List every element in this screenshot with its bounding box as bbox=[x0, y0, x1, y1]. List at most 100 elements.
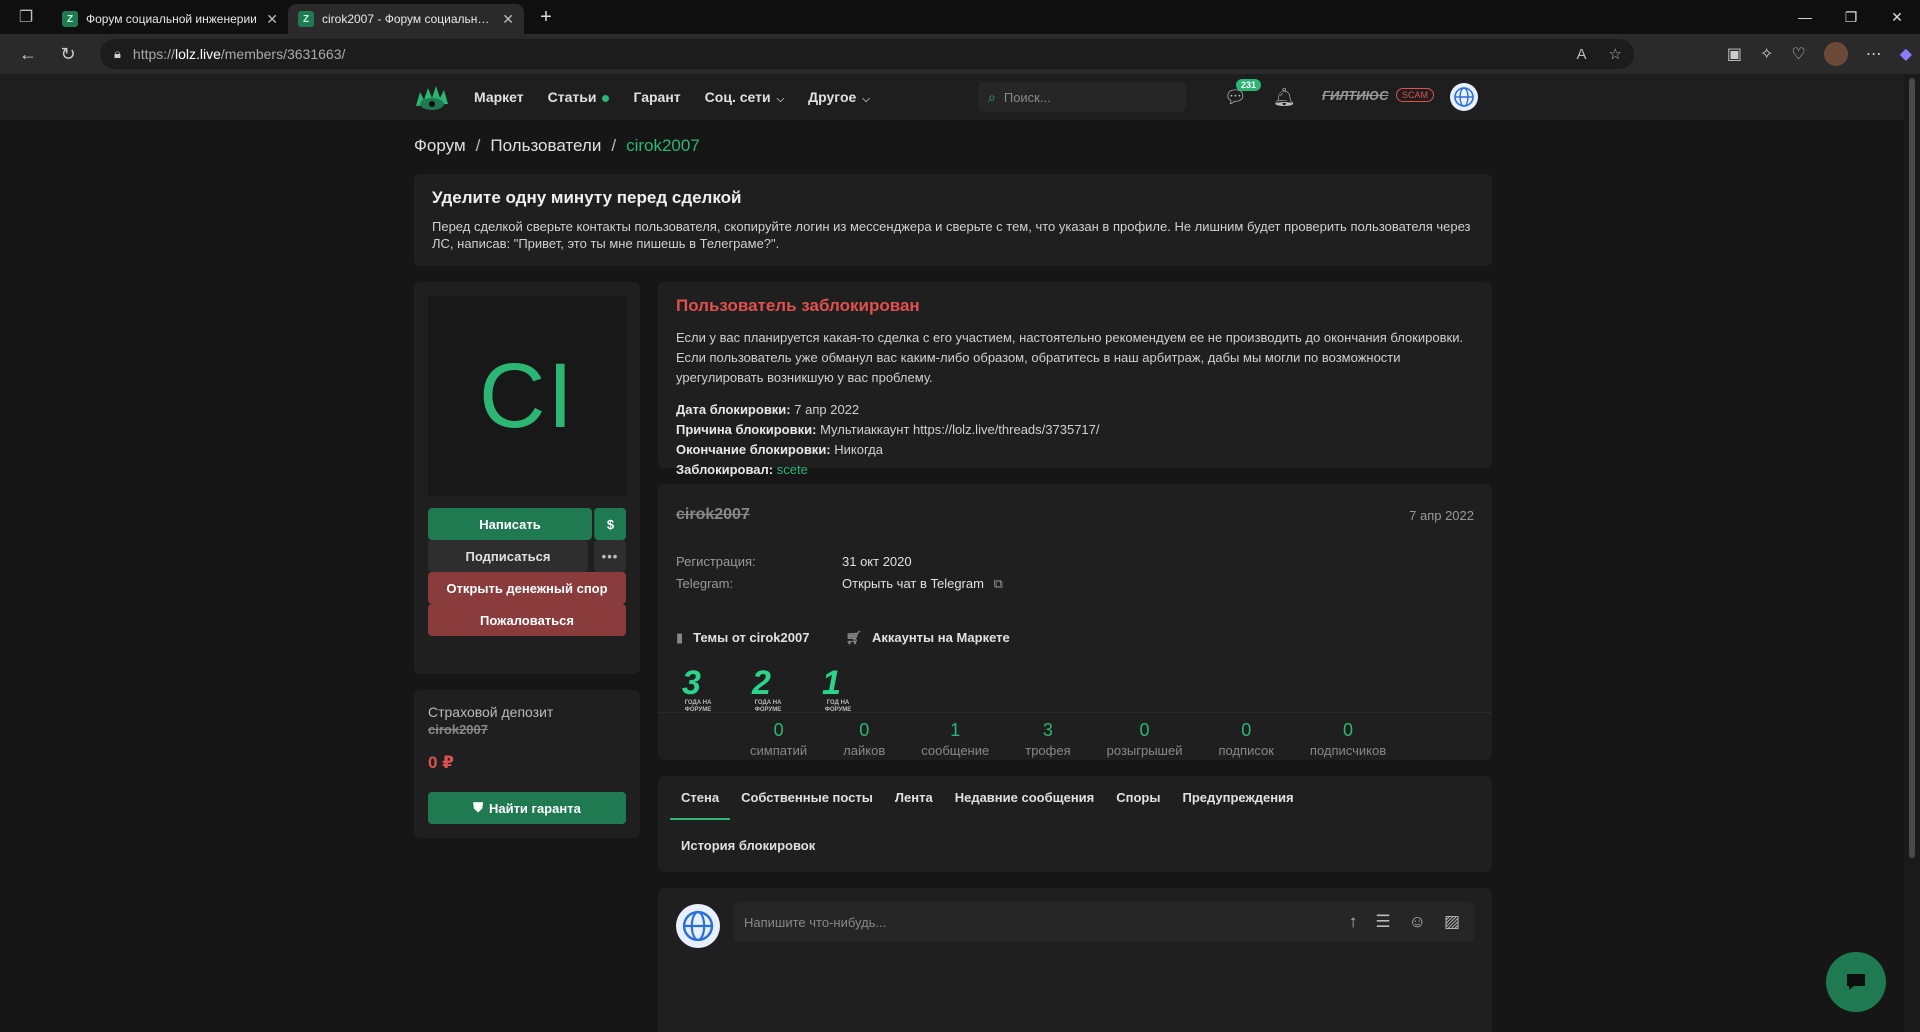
browser-address-bar: ← ↻ 🔒︎ https://lolz.live/members/3631663… bbox=[0, 34, 1920, 74]
menu-dots-icon[interactable]: ⋯ bbox=[1866, 44, 1882, 64]
ban-end-row: Окончание блокировки: Никогда bbox=[676, 442, 883, 457]
profile-avatar[interactable] bbox=[1823, 42, 1848, 66]
emoji-icon[interactable]: ☺ bbox=[1409, 912, 1426, 932]
url-field[interactable]: 🔒︎ https://lolz.live/members/3631663/ A … bbox=[100, 39, 1634, 69]
tab-feed[interactable]: Лента bbox=[884, 776, 944, 820]
browser-tab-1[interactable]: Z Форум социальной инженерии ✕ bbox=[52, 4, 288, 34]
more-options-icon[interactable]: ••• bbox=[594, 540, 626, 572]
minimize-icon[interactable]: — bbox=[1782, 0, 1828, 34]
write-button[interactable]: Написать bbox=[428, 508, 592, 540]
url-text: https://lolz.live/members/3631663/ bbox=[132, 46, 346, 62]
trophy-1-year[interactable]: 1 ГОД НА ФОРУМЕ bbox=[814, 664, 862, 714]
wall-post-placeholder: Напишите что-нибудь... bbox=[744, 914, 887, 930]
subscribe-button[interactable]: Подписаться bbox=[428, 540, 588, 572]
close-window-icon[interactable]: ✕ bbox=[1874, 0, 1920, 34]
tab-title: Форум социальной инженерии bbox=[86, 12, 257, 26]
nav-item-other[interactable]: Другое ⌵ bbox=[808, 89, 870, 105]
header-icons: 💬︎ 231 🔔︎ bbox=[1224, 74, 1296, 120]
notice-title: Уделите одну минуту перед сделкой bbox=[432, 188, 742, 207]
scam-badge: SCAM bbox=[1396, 88, 1435, 102]
close-tab-icon[interactable]: ✕ bbox=[502, 11, 514, 28]
close-tab-icon[interactable]: ✕ bbox=[266, 11, 278, 28]
image-icon[interactable]: ▨ bbox=[1444, 912, 1460, 932]
find-guarantor-button[interactable]: ⛊ Найти гаранта bbox=[428, 792, 626, 824]
chevron-down-icon: ⌵ bbox=[862, 94, 870, 105]
health-icon[interactable]: ♡ bbox=[1791, 44, 1805, 64]
messages-icon[interactable]: 💬︎ 231 bbox=[1224, 78, 1262, 108]
stat-likes[interactable]: 0 лайков bbox=[825, 720, 903, 758]
back-icon[interactable]: ← bbox=[8, 34, 48, 74]
notifications-bell-icon[interactable]: 🔔︎ bbox=[1273, 87, 1296, 108]
stat-subscribers[interactable]: 0 подписчиков bbox=[1292, 720, 1404, 758]
extension-icon[interactable]: ▣ bbox=[1727, 44, 1742, 64]
new-indicator-icon bbox=[602, 94, 610, 102]
site-header: Маркет Статьи Гарант Соц. сети ⌵ Другое ⌵ … bbox=[0, 74, 1904, 120]
trophy-2-years[interactable]: 2 ГОДА НА ФОРУМЕ bbox=[744, 664, 792, 714]
profile-tabs: Стена Собственные посты Лента Недавние с… bbox=[670, 776, 1305, 820]
banned-by-link[interactable]: scete bbox=[777, 462, 808, 477]
registration-value: 31 окт 2020 bbox=[842, 554, 912, 569]
nav-item-articles[interactable]: Статьи bbox=[548, 89, 610, 105]
tab-recent-messages[interactable]: Недавние сообщения bbox=[944, 776, 1106, 820]
breadcrumb-current[interactable]: cirok2007 bbox=[626, 136, 700, 155]
stat-trophies[interactable]: 3 трофея bbox=[1007, 720, 1088, 758]
trophy-3-years[interactable]: 3 ГОДА НА ФОРУМЕ bbox=[674, 664, 722, 714]
wall-post-input[interactable]: Напишите что-нибудь... ↑ ☰ ☺ ▨ bbox=[734, 902, 1474, 942]
telegram-link[interactable]: Открыть чат в Telegram ⧉ bbox=[842, 576, 1003, 592]
scrollbar-thumb[interactable] bbox=[1909, 78, 1915, 858]
reload-icon[interactable]: ↻ bbox=[48, 34, 88, 74]
profile-tabs-card: Стена Собственные посты Лента Недавние с… bbox=[658, 776, 1492, 872]
post-toolbar: ↑ ☰ ☺ ▨ bbox=[1349, 902, 1460, 942]
stat-giveaways[interactable]: 0 розыгрышей bbox=[1089, 720, 1201, 758]
user-threads-link[interactable]: ▮ Темы от cirok2007 bbox=[676, 630, 809, 646]
telegram-label: Telegram: bbox=[676, 576, 734, 591]
stat-sympathies[interactable]: 0 симпатий bbox=[732, 720, 825, 758]
main-nav: Маркет Статьи Гарант Соц. сети ⌵ Другое ⌵ bbox=[474, 74, 870, 120]
search-input[interactable]: ⌕ Поиск... bbox=[978, 82, 1186, 112]
ban-title: Пользователь заблокирован bbox=[676, 296, 920, 315]
report-button[interactable]: Пожаловаться bbox=[428, 604, 626, 636]
restore-icon[interactable]: ❐ bbox=[1828, 0, 1874, 34]
breadcrumb: Форум / Пользователи / cirok2007 bbox=[414, 136, 700, 155]
site-favicon-icon: Z bbox=[298, 11, 314, 27]
open-dispute-button[interactable]: Открыть денежный спор bbox=[428, 572, 626, 604]
nav-item-guarantor[interactable]: Гарант bbox=[633, 89, 680, 105]
tab-disputes[interactable]: Споры bbox=[1105, 776, 1171, 820]
wall-post-card: Напишите что-нибудь... ↑ ☰ ☺ ▨ bbox=[658, 888, 1492, 1032]
list-icon[interactable]: ☰ bbox=[1375, 912, 1390, 932]
browser-tab-2[interactable]: Z cirok2007 - Форум социальной и ✕ bbox=[288, 4, 524, 34]
tab-own-posts[interactable]: Собственные посты bbox=[730, 776, 884, 820]
dollar-icon[interactable]: $ bbox=[594, 508, 626, 540]
read-aloud-icon[interactable]: A bbox=[1577, 46, 1587, 63]
tab-warnings[interactable]: Предупреждения bbox=[1171, 776, 1304, 820]
cart-icon: 🛒︎ bbox=[845, 630, 862, 645]
browser-toolbar: ▣ ✧ ♡ ⋯ ◆ bbox=[1727, 34, 1912, 74]
market-accounts-link[interactable]: 🛒︎ Аккаунты на Маркете bbox=[845, 630, 1009, 646]
extensions-puzzle-icon[interactable]: ✧ bbox=[1760, 44, 1773, 64]
page-scrollbar[interactable] bbox=[1904, 74, 1920, 1032]
nav-item-market[interactable]: Маркет bbox=[474, 89, 524, 105]
chevron-down-icon: ⌵ bbox=[776, 94, 785, 105]
tab-wall[interactable]: Стена bbox=[670, 776, 731, 820]
deposit-card: Страховой депозит cirok2007 0 ₽ ⛊ Найти … bbox=[414, 690, 640, 838]
nav-item-social[interactable]: Соц. сети ⌵ bbox=[705, 89, 785, 105]
site-logo-icon[interactable] bbox=[414, 82, 450, 112]
tab-ban-history[interactable]: История блокировок bbox=[681, 838, 815, 853]
stat-subscriptions[interactable]: 0 подписок bbox=[1200, 720, 1291, 758]
stat-messages[interactable]: 1 сообщение bbox=[903, 720, 1007, 758]
copy-icon[interactable]: ⧉ bbox=[994, 576, 1003, 591]
new-tab-icon[interactable]: + bbox=[528, 2, 564, 32]
user-avatar-globe-icon[interactable] bbox=[1450, 83, 1478, 111]
browser-tab-bar: ❐ Z Форум социальной инженерии ✕ Z cirok… bbox=[0, 0, 1920, 34]
tab-actions-icon[interactable]: ❐ bbox=[0, 0, 52, 34]
breadcrumb-forum[interactable]: Форум bbox=[414, 136, 466, 155]
trophies-list: 3 ГОДА НА ФОРУМЕ 2 ГОДА НА ФОРУМЕ 1 ГОД НА … bbox=[674, 664, 862, 714]
profile-stats: 0 симпатий 0 лайков 1 сообщение 3 трофея 0 ро… bbox=[732, 720, 1404, 758]
messages-count-badge: 231 bbox=[1236, 78, 1262, 91]
header-username[interactable]: ГИЛТИЮС bbox=[1322, 88, 1389, 103]
favorite-star-icon[interactable]: ☆ bbox=[1609, 45, 1622, 63]
send-arrow-icon[interactable]: ↑ bbox=[1349, 912, 1358, 932]
chat-fab-icon[interactable] bbox=[1826, 952, 1886, 1012]
copilot-icon[interactable]: ◆ bbox=[1900, 44, 1912, 64]
breadcrumb-users[interactable]: Пользователи bbox=[490, 136, 601, 155]
